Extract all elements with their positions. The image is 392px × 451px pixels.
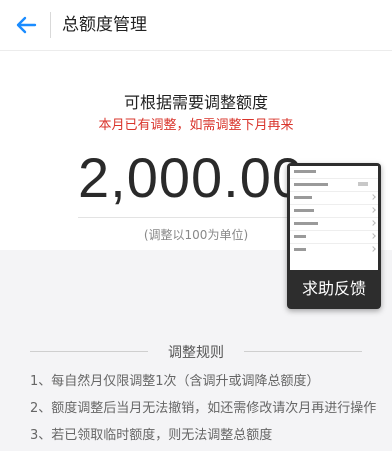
preview-row (290, 179, 378, 192)
back-button[interactable] (8, 8, 44, 42)
preview-row (290, 192, 378, 205)
rule-item: 1、每自然月仅限调整1次（含调升或调降总额度） (30, 374, 320, 389)
preview-row (290, 231, 378, 244)
top-bar: 总额度管理 (0, 0, 392, 51)
rule-item: 3、若已领取临时额度，则无法调整总额度 (30, 428, 273, 443)
amount-underline (78, 217, 298, 218)
adjust-headline: 可根据需要调整额度 (123, 93, 268, 112)
rule-item: 2、额度调整后当月无法撤销，如还需修改请次月再进行操作 (30, 401, 377, 416)
divider-line (244, 351, 362, 352)
preview-row (290, 218, 378, 231)
help-feedback-label: 求助反馈 (301, 279, 366, 298)
help-preview-thumbnail (290, 166, 378, 270)
preview-row (290, 166, 378, 179)
preview-row (290, 244, 378, 256)
unit-hint: (调整以100为单位) (143, 228, 249, 242)
help-feedback-button[interactable]: 求助反馈 (287, 163, 381, 309)
rules-title: 调整规则 (168, 345, 224, 361)
arrow-left-icon (16, 16, 37, 34)
adjust-warning: 本月已有调整，如需调整下月再来 (98, 118, 294, 133)
preview-row (290, 205, 378, 218)
rules-header: 调整规则 (30, 340, 362, 362)
credit-amount[interactable]: 2,000.00 (78, 143, 304, 213)
page-title: 总额度管理 (62, 15, 147, 35)
header-divider (50, 12, 51, 38)
